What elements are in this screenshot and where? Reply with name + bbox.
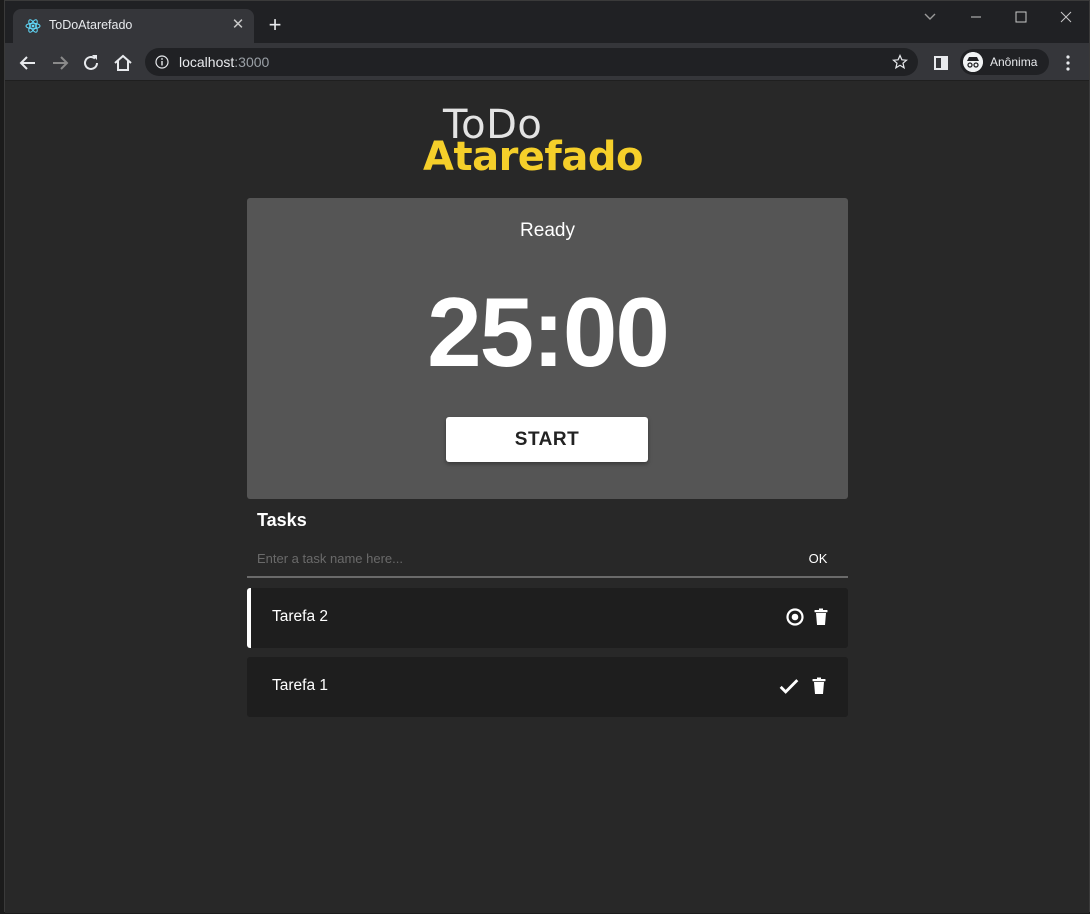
close-window-icon[interactable] [1051, 7, 1081, 27]
home-icon[interactable] [112, 52, 134, 74]
start-button[interactable]: START [446, 417, 648, 462]
timer-display: 25:00 [427, 277, 670, 387]
logo-atarefado: Atarefado [423, 134, 643, 180]
tab-title: ToDoAtarefado [49, 18, 133, 32]
forward-icon[interactable] [49, 52, 71, 74]
back-icon[interactable] [17, 52, 39, 74]
active-task-icon[interactable] [785, 607, 805, 627]
bookmark-star-icon[interactable] [892, 54, 908, 70]
task-item[interactable]: Tarefa 2 [247, 588, 848, 648]
incognito-icon [963, 52, 983, 72]
url-host: localhost [179, 54, 235, 70]
reload-icon[interactable] [80, 52, 102, 74]
tasks-heading: Tasks [257, 510, 307, 530]
app-logo: ToDo Atarefado [423, 102, 673, 180]
title-bar: ToDoAtarefado ✕ + [5, 1, 1089, 43]
menu-icon[interactable] [1057, 52, 1079, 74]
profile-label: Anônima [990, 55, 1038, 69]
minimize-icon[interactable] [961, 7, 991, 27]
task-label: Tarefa 1 [272, 677, 329, 694]
tab-search-icon[interactable] [915, 7, 945, 27]
browser-tab[interactable]: ToDoAtarefado ✕ [13, 9, 254, 43]
react-icon [25, 19, 41, 33]
browser-window: ToDoAtarefado ✕ + localhost:3000 Anônima… [4, 0, 1090, 913]
incognito-profile-button[interactable]: Anônima [960, 49, 1049, 75]
maximize-icon[interactable] [1006, 7, 1036, 27]
close-tab-icon[interactable]: ✕ [230, 17, 246, 33]
check-icon[interactable] [779, 676, 799, 696]
url-port: :3000 [234, 54, 270, 70]
timer-status: Ready [520, 220, 575, 241]
info-icon[interactable] [155, 55, 169, 69]
side-panel-icon[interactable] [930, 52, 952, 74]
browser-toolbar: localhost:3000 Anônima [5, 43, 1089, 81]
task-label: Tarefa 2 [272, 608, 329, 625]
trash-icon[interactable] [809, 676, 829, 696]
timer-card: Ready 25:00 START [247, 198, 848, 499]
task-item[interactable]: Tarefa 1 [247, 657, 848, 717]
ok-button[interactable]: OK [798, 547, 838, 569]
new-tab-button[interactable]: + [265, 14, 285, 36]
url-text: localhost:3000 [179, 54, 269, 70]
address-bar[interactable]: localhost:3000 [145, 48, 918, 76]
task-form: OK [247, 540, 848, 578]
task-name-input[interactable] [247, 540, 787, 576]
trash-icon[interactable] [811, 607, 831, 627]
page-content: ToDo Atarefado Ready 25:00 START Tasks O… [5, 82, 1089, 913]
